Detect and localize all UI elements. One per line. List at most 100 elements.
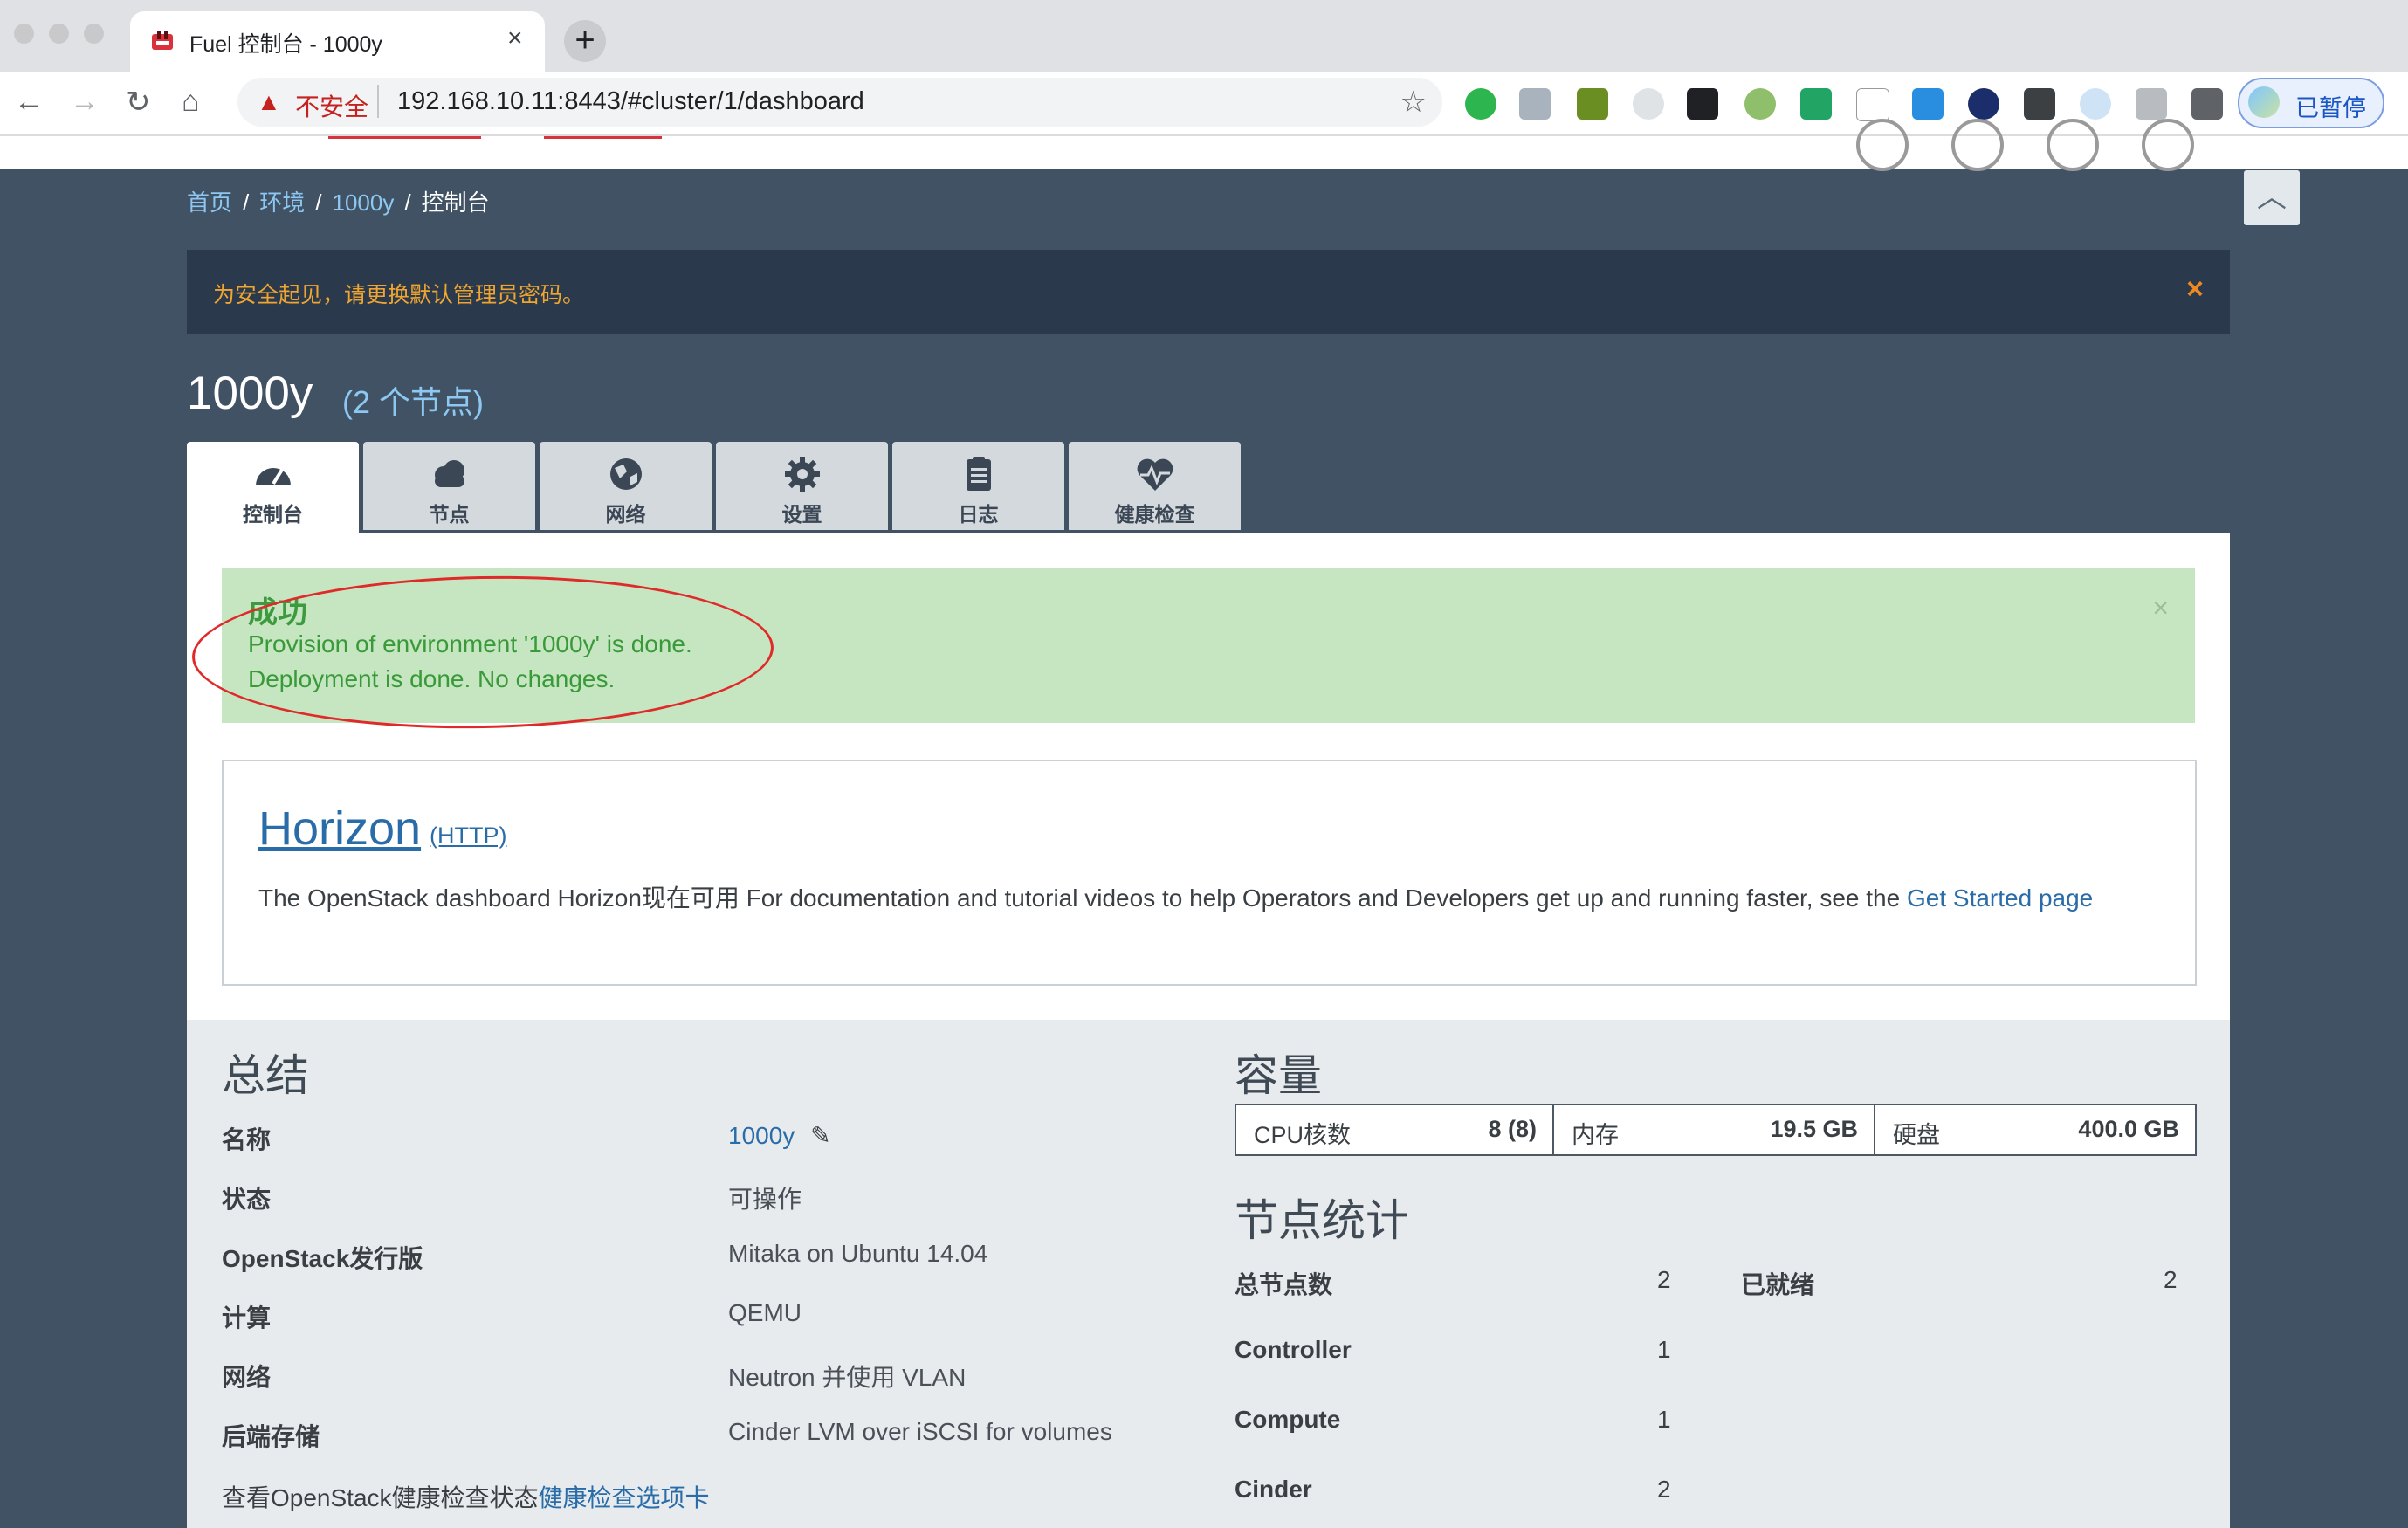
- node-stats-title: 节点统计: [1235, 1196, 1409, 1245]
- browser-tab[interactable]: Fuel 控制台 - 1000y ×: [130, 11, 545, 72]
- summary-title: 总结: [222, 1051, 309, 1100]
- weather-cloud-icon[interactable]: [2080, 88, 2111, 120]
- tab-logs[interactable]: 日志: [892, 442, 1064, 530]
- back-icon[interactable]: ←: [14, 85, 44, 119]
- breadcrumb-environments[interactable]: 环境: [259, 189, 305, 216]
- capacity-title: 容量: [1235, 1051, 1322, 1100]
- success-close-icon[interactable]: ×: [2152, 592, 2169, 624]
- node-stat-cinder-value: 2: [1657, 1476, 1671, 1503]
- tab-nodes[interactable]: 节点: [363, 442, 535, 530]
- tab-network[interactable]: 网络: [540, 442, 712, 530]
- puzzle-icon[interactable]: [2191, 88, 2223, 120]
- breadcrumb-cluster[interactable]: 1000y: [333, 189, 395, 216]
- alert-close-icon[interactable]: ×: [2186, 272, 2204, 306]
- avatar: [2248, 86, 2280, 118]
- horizon-description-text: The OpenStack dashboard Horizon现在可用 For …: [258, 884, 1907, 912]
- node-stat-controller-value: 1: [1657, 1336, 1671, 1363]
- horizon-link[interactable]: Horizon: [258, 802, 421, 856]
- forward-icon[interactable]: →: [70, 85, 100, 119]
- tab-settings[interactable]: 设置: [716, 442, 888, 530]
- node-count[interactable]: (2 个节点): [342, 377, 484, 423]
- evernote-icon[interactable]: [1465, 88, 1496, 120]
- breadcrumb-current: 控制台: [421, 189, 490, 216]
- node-stat-ready-label: 已就绪: [1741, 1271, 1815, 1298]
- play-icon[interactable]: [1968, 88, 1999, 120]
- profile-button[interactable]: 已暂停: [2238, 78, 2384, 128]
- home-icon[interactable]: ⌂: [182, 85, 200, 119]
- page-header-strip: [0, 119, 2408, 171]
- summary-label-release: OpenStack发行版: [222, 1245, 423, 1272]
- scroll-top-button[interactable]: ︿: [2244, 170, 2300, 225]
- capacity-disk: 硬盘 400.0 GB: [1875, 1105, 2195, 1154]
- node-stat-cinder-label: Cinder: [1235, 1476, 1312, 1503]
- tab-label: 设置: [781, 503, 822, 526]
- browser-toolbar: ← → ↻ ⌂ ▲ 不安全 192.168.10.11:8443/#cluste…: [0, 72, 2408, 136]
- node-stat-compute-value: 1: [1657, 1406, 1671, 1433]
- alert-text: 为安全起见，请更换默认管理员密码。: [213, 283, 585, 307]
- window-close-dot[interactable]: [14, 24, 34, 44]
- window-minimize-dot[interactable]: [49, 24, 69, 44]
- tab-label: 控制台: [243, 503, 303, 526]
- tab-health-check[interactable]: 健康检查: [1069, 442, 1241, 530]
- summary-value-network: Neutron 并使用 VLAN: [728, 1364, 967, 1391]
- summary-value-status: 可操作: [728, 1186, 802, 1213]
- page-title: 1000y: [187, 368, 313, 419]
- summary-label: 网络: [222, 1359, 271, 1394]
- header-icon[interactable]: [1951, 119, 2004, 171]
- cluster-name-link[interactable]: 1000y: [728, 1122, 795, 1149]
- summary-value-release: Mitaka on Ubuntu 14.04: [728, 1240, 988, 1267]
- cloud-ext-icon[interactable]: [1633, 88, 1664, 120]
- new-tab-button[interactable]: +: [564, 20, 606, 62]
- tab-close-icon[interactable]: ×: [507, 24, 523, 53]
- summary-label: 名称: [222, 1121, 271, 1156]
- health-check-hint: 查看OpenStack健康检查状态健康检查选项卡: [222, 1479, 710, 1514]
- summary-label: 计算: [222, 1299, 271, 1334]
- gitzip-icon[interactable]: [1856, 88, 1889, 121]
- bookmark-star-icon[interactable]: ☆: [1400, 85, 1427, 120]
- url-text[interactable]: 192.168.10.11:8443/#cluster/1/dashboard: [397, 87, 864, 116]
- password-alert: 为安全起见，请更换默认管理员密码。 ×: [187, 250, 2230, 334]
- node-stat-total-label: 总节点数: [1235, 1271, 1333, 1298]
- header-icon[interactable]: [2047, 119, 2099, 171]
- download-icon[interactable]: [1519, 88, 1551, 120]
- window-zoom-dot[interactable]: [84, 24, 104, 44]
- tool-icon[interactable]: [2024, 88, 2055, 120]
- security-label[interactable]: 不安全: [295, 88, 368, 123]
- folder-icon[interactable]: [2136, 88, 2167, 120]
- header-icon[interactable]: [1856, 119, 1909, 171]
- horizon-protocol-link[interactable]: (HTTP): [430, 823, 506, 850]
- health-check-link[interactable]: 健康检查选项卡: [539, 1484, 710, 1511]
- capacity-disk-label: 硬盘: [1893, 1122, 1940, 1148]
- summary-label: 状态: [222, 1180, 271, 1215]
- tab-title: Fuel 控制台 - 1000y: [189, 32, 382, 57]
- reload-icon[interactable]: ↻: [126, 85, 151, 120]
- dashboard-icon: [255, 468, 291, 485]
- heart-pulse-icon: [1137, 458, 1173, 491]
- sync-icon[interactable]: [1912, 88, 1944, 120]
- node-stat-compute-label: Compute: [1235, 1406, 1341, 1433]
- extension-badge-icon[interactable]: [1744, 88, 1776, 120]
- tab-dashboard[interactable]: 控制台: [187, 442, 359, 536]
- summary-label-network: 网络: [222, 1364, 272, 1391]
- pencil-icon[interactable]: ✎: [810, 1122, 830, 1149]
- tab-label: 网络: [605, 503, 646, 526]
- breadcrumb-home[interactable]: 首页: [187, 189, 232, 216]
- horizon-card: Horizon (HTTP) The OpenStack dashboard H…: [222, 760, 2197, 986]
- header-icon[interactable]: [2142, 119, 2194, 171]
- warning-icon: ▲: [257, 88, 281, 115]
- address-divider: [377, 85, 379, 118]
- browser-tabstrip: Fuel 控制台 - 1000y × +: [0, 0, 2408, 72]
- clipboard-icon: [966, 457, 991, 491]
- tab-label: 节点: [429, 503, 470, 526]
- header-accent: [544, 136, 662, 139]
- capacity-memory: 内存 19.5 GB: [1554, 1105, 1875, 1154]
- get-started-link[interactable]: Get Started page: [1907, 884, 2093, 912]
- address-bar[interactable]: ▲ 不安全 192.168.10.11:8443/#cluster/1/dash…: [237, 78, 1442, 127]
- globe-icon: [609, 458, 642, 490]
- translate-icon[interactable]: [1577, 88, 1608, 120]
- profile-label: 已暂停: [2295, 95, 2366, 121]
- node-stat-controller-label: Controller: [1235, 1336, 1352, 1363]
- tampermonkey-icon[interactable]: [1687, 88, 1718, 120]
- summary-label-storage: 后端存储: [222, 1423, 320, 1450]
- shield-check-icon[interactable]: [1800, 88, 1832, 120]
